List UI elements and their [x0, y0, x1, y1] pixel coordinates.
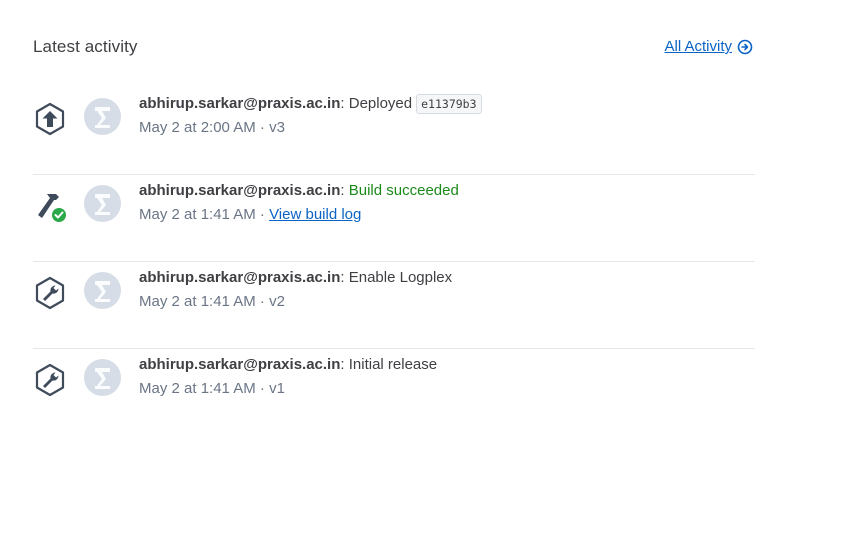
activity-user: abhirup.sarkar@praxis.ac.in: [139, 269, 341, 286]
user-avatar-icon: [95, 194, 110, 215]
config-wrench-icon: [35, 363, 65, 397]
activity-panel: Latest activity All Activity abhirup.sar…: [33, 0, 755, 435]
meta-separator: ·: [259, 119, 265, 136]
activity-text: abhirup.sarkar@praxis.ac.in: Build succe…: [139, 181, 459, 225]
activity-item: abhirup.sarkar@praxis.ac.in: Enable Logp…: [33, 262, 755, 349]
meta-separator: ·: [259, 380, 265, 397]
activity-item: abhirup.sarkar@praxis.ac.in: Initial rel…: [33, 349, 755, 435]
activity-meta: May 2 at 1:41 AM · View build log: [139, 205, 459, 225]
activity-time: May 2 at 1:41 AM: [139, 380, 256, 397]
activity-time: May 2 at 1:41 AM: [139, 293, 256, 310]
activity-action: Enable Logplex: [348, 269, 453, 286]
avatar: [84, 185, 121, 222]
activity-action: Initial release: [348, 356, 438, 373]
meta-separator: ·: [259, 293, 265, 310]
activity-text: abhirup.sarkar@praxis.ac.in: Deployed e1…: [139, 94, 482, 138]
all-activity-label[interactable]: All Activity: [664, 38, 732, 55]
activity-meta: May 2 at 1:41 AM · v2: [139, 292, 452, 312]
build-hammer-success-icon: [38, 194, 66, 222]
user-avatar-icon: [95, 368, 110, 389]
activity-summary: abhirup.sarkar@praxis.ac.in: Build succe…: [139, 181, 459, 201]
panel-title: Latest activity: [33, 37, 138, 56]
activity-user: abhirup.sarkar@praxis.ac.in: [139, 356, 341, 373]
activity-time: May 2 at 2:00 AM: [139, 119, 256, 136]
arrow-circle-right-icon[interactable]: [737, 39, 753, 55]
colon: :: [340, 182, 345, 199]
user-avatar-icon: [95, 107, 110, 128]
release-version: v3: [269, 119, 285, 136]
commit-badge: e11379b3: [416, 94, 482, 114]
meta-separator: ·: [259, 206, 265, 223]
activity-meta: May 2 at 1:41 AM · v1: [139, 379, 437, 399]
activity-summary: abhirup.sarkar@praxis.ac.in: Initial rel…: [139, 355, 437, 375]
view-build-log-link[interactable]: View build log: [269, 206, 361, 223]
activity-summary: abhirup.sarkar@praxis.ac.in: Deployed e1…: [139, 94, 482, 114]
activity-user: abhirup.sarkar@praxis.ac.in: [139, 95, 341, 112]
activity-user: abhirup.sarkar@praxis.ac.in: [139, 182, 341, 199]
activity-text: abhirup.sarkar@praxis.ac.in: Initial rel…: [139, 355, 437, 399]
avatar: [84, 272, 121, 309]
colon: :: [340, 95, 345, 112]
avatar: [84, 98, 121, 135]
config-wrench-icon: [35, 276, 65, 310]
activity-item: abhirup.sarkar@praxis.ac.in: Build succe…: [33, 175, 755, 262]
colon: :: [340, 356, 345, 373]
avatar: [84, 359, 121, 396]
activity-time: May 2 at 1:41 AM: [139, 206, 256, 223]
activity-list: abhirup.sarkar@praxis.ac.in: Deployed e1…: [33, 88, 755, 435]
activity-summary: abhirup.sarkar@praxis.ac.in: Enable Logp…: [139, 268, 452, 288]
deploy-upload-icon: [35, 102, 65, 136]
colon: :: [340, 269, 345, 286]
all-activity-link[interactable]: All Activity: [664, 38, 753, 55]
user-avatar-icon: [95, 281, 110, 302]
build-status: Build succeeded: [348, 182, 459, 199]
release-version: v2: [269, 293, 285, 310]
activity-header: Latest activity All Activity: [33, 0, 755, 88]
activity-text: abhirup.sarkar@praxis.ac.in: Enable Logp…: [139, 268, 452, 312]
activity-meta: May 2 at 2:00 AM · v3: [139, 118, 482, 138]
release-version: v1: [269, 380, 285, 397]
activity-item: abhirup.sarkar@praxis.ac.in: Deployed e1…: [33, 88, 755, 175]
activity-action: Deployed: [348, 95, 413, 112]
